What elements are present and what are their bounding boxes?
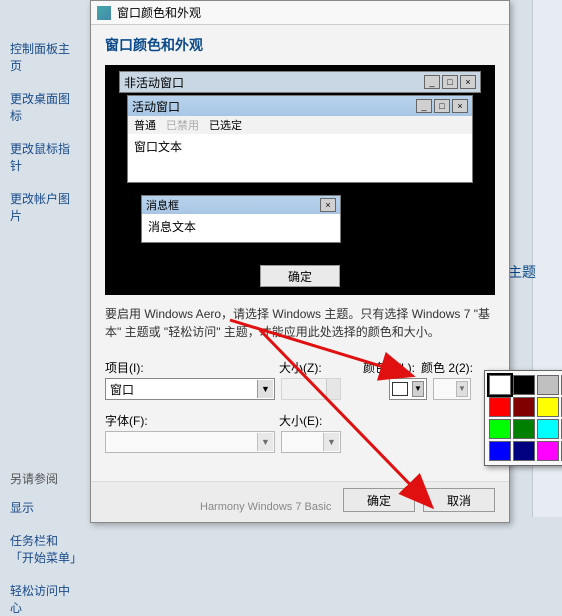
color2-picker: ▼: [433, 378, 471, 400]
palette-color[interactable]: [489, 441, 511, 461]
label-color2: 颜色 2(2):: [421, 359, 481, 378]
label-color1: 颜色 1(L):: [349, 359, 421, 378]
section-heading: 窗口颜色和外观: [105, 35, 495, 55]
theme-heading: 主题: [508, 262, 536, 282]
chevron-down-icon: ▼: [257, 433, 273, 451]
item-combo-value: 窗口: [110, 381, 134, 398]
palette-color[interactable]: [513, 419, 535, 439]
palette-color[interactable]: [489, 375, 511, 395]
preview-area: 非活动窗口 _ □ × 活动窗口 _ □ × 普通: [105, 65, 495, 295]
size-spinner: [281, 378, 341, 400]
preview-active-window[interactable]: 活动窗口 _ □ × 普通 已禁用 已选定 窗口文本: [127, 95, 473, 183]
palette-color[interactable]: [489, 419, 511, 439]
maximize-icon: □: [442, 75, 458, 89]
close-icon: ×: [460, 75, 476, 89]
color1-swatch: [392, 382, 408, 396]
window-color-dialog: 窗口颜色和外观 窗口颜色和外观 非活动窗口 _ □ × 活动窗口 _ □: [90, 0, 510, 523]
color-palette-popup: [484, 370, 562, 466]
link-taskbar-start[interactable]: 任务栏和「开始菜单」: [10, 532, 80, 566]
fontsize-combo: ▼: [281, 431, 341, 453]
cancel-button[interactable]: 取消: [423, 488, 495, 512]
item-combo[interactable]: 窗口 ▼: [105, 378, 275, 400]
palette-color[interactable]: [537, 397, 559, 417]
close-icon: ×: [320, 198, 336, 212]
msgbox-text: 消息文本: [142, 214, 340, 242]
dialog-title-text: 窗口颜色和外观: [117, 4, 201, 21]
palette-color[interactable]: [489, 397, 511, 417]
link-change-desktop-icons[interactable]: 更改桌面图标: [10, 90, 80, 124]
label-item: 项目(I):: [105, 359, 279, 378]
see-also-heading: 另请参阅: [10, 470, 80, 487]
link-display[interactable]: 显示: [10, 499, 80, 516]
inactive-title: 非活动窗口: [124, 74, 424, 91]
menu-normal: 普通: [134, 117, 156, 133]
dialog-titlebar[interactable]: 窗口颜色和外观: [91, 1, 509, 25]
control-panel-sidebar: 控制面板主页 更改桌面图标 更改鼠标指针 更改帐户图片 另请参阅 显示 任务栏和…: [0, 0, 90, 517]
color1-picker[interactable]: ▼: [389, 378, 427, 400]
label-size: 大小(Z):: [279, 359, 349, 378]
label-fsize: 大小(E):: [279, 412, 349, 431]
palette-color[interactable]: [537, 441, 559, 461]
chevron-down-icon: ▼: [456, 381, 468, 397]
msgbox-title: 消息框: [146, 197, 320, 213]
palette-color[interactable]: [537, 375, 559, 395]
label-font: 字体(F):: [105, 412, 279, 431]
minimize-icon: _: [424, 75, 440, 89]
chevron-down-icon: ▼: [412, 381, 424, 397]
font-combo: ▼: [105, 431, 275, 453]
menu-disabled: 已禁用: [166, 117, 199, 133]
preview-window-text: 窗口文本: [128, 134, 472, 182]
preview-messagebox[interactable]: 消息框 × 消息文本: [141, 195, 341, 243]
help-text: 要启用 Windows Aero，请选择 Windows 主题。只有选择 Win…: [105, 305, 495, 341]
menu-selected: 已选定: [209, 117, 242, 133]
palette-color[interactable]: [537, 419, 559, 439]
ok-button[interactable]: 确定: [343, 488, 415, 512]
link-change-mouse-pointer[interactable]: 更改鼠标指针: [10, 140, 80, 174]
preview-inactive-window[interactable]: 非活动窗口 _ □ ×: [119, 71, 481, 93]
chevron-down-icon: ▼: [257, 380, 273, 398]
close-icon: ×: [452, 99, 468, 113]
chevron-down-icon: ▼: [323, 433, 339, 451]
palette-color[interactable]: [513, 397, 535, 417]
link-control-panel-home[interactable]: 控制面板主页: [10, 40, 80, 74]
palette-color[interactable]: [513, 441, 535, 461]
link-change-account-picture[interactable]: 更改帐户图片: [10, 190, 80, 224]
active-title: 活动窗口: [132, 98, 416, 115]
maximize-icon: □: [434, 99, 450, 113]
preview-ok-button[interactable]: 确定: [260, 265, 340, 287]
palette-color[interactable]: [513, 375, 535, 395]
dialog-icon: [97, 6, 111, 20]
footer-theme-names: Harmony Windows 7 Basic: [200, 501, 331, 513]
preview-menu: 普通 已禁用 已选定: [128, 116, 472, 134]
link-ease-of-access[interactable]: 轻松访问中心: [10, 582, 80, 616]
minimize-icon: _: [416, 99, 432, 113]
